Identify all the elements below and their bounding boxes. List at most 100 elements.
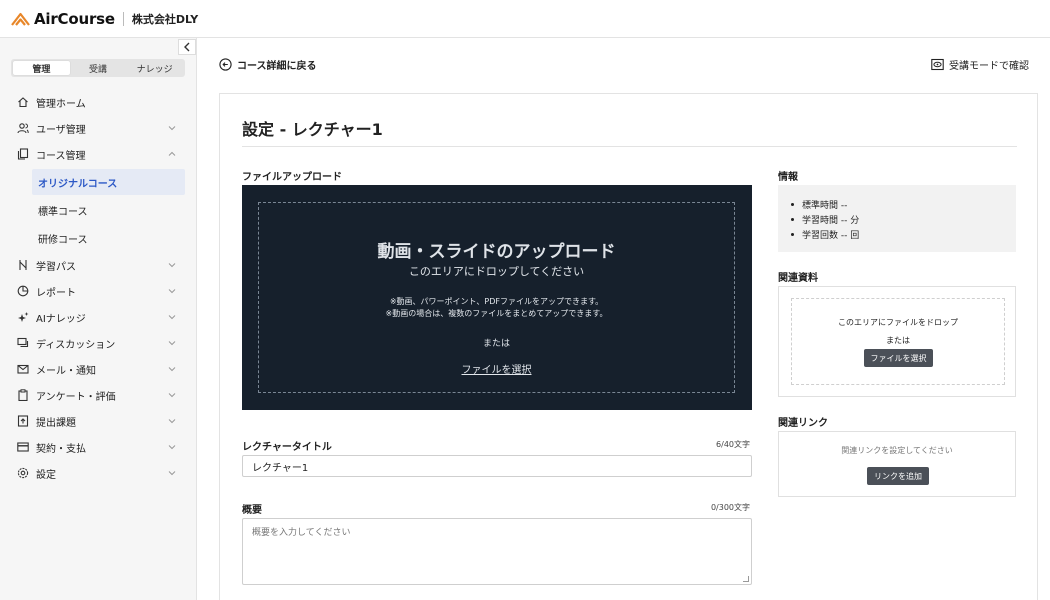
file-upload-label: ファイルアップロード [242,172,342,183]
sidebar-item-report[interactable]: レポート [0,278,197,304]
sidebar-item-users[interactable]: ユーザ管理 [0,115,197,141]
mail-icon [17,364,29,374]
sidebar-item-survey[interactable]: アンケート・評価 [0,382,197,408]
lecture-title-input[interactable]: レクチャー1 [242,455,752,477]
sparkle-icon [18,312,29,322]
chevron-left-icon [184,42,190,52]
info-label: 情報 [778,172,798,183]
mode-switcher: 管理 受講 ナレッジ [11,59,185,77]
card-icon [17,442,29,452]
dropzone-heading: 動画・スライドのアップロード [377,242,616,262]
clipboard-icon [18,389,28,401]
summary-label: 概要 [242,505,262,516]
gear-icon [17,467,29,479]
chevron-down-icon [168,393,176,398]
chevron-down-icon [168,315,176,320]
sidebar-item-label: 設定 [36,469,56,481]
sidebar-item-assignments[interactable]: 提出課題 [0,408,197,434]
users-icon [17,123,29,134]
sidebar-item-label: レポート [36,287,76,299]
home-icon [18,97,28,108]
eye-icon [931,58,944,71]
mode-tab-knowledge[interactable]: ナレッジ [126,61,183,75]
sidebar-subitem-original-course[interactable]: オリジナルコース [32,169,185,195]
select-file-link[interactable]: ファイルを選択 [259,361,734,376]
sidebar-item-label: アンケート・評価 [36,391,116,403]
learner-mode-preview-link[interactable]: 受講モードで確認 [931,57,1029,72]
resources-or-text: または [886,336,910,345]
file-upload-dropzone[interactable]: 動画・スライドのアップロード このエリアにドロップしてください ※動画、パワーポ… [242,185,752,410]
mode-tab-learner[interactable]: 受講 [70,61,127,75]
summary-placeholder: 概要を入力してください [252,528,351,538]
sidebar-item-label: 提出課題 [36,417,76,429]
related-resources-label: 関連資料 [778,273,818,284]
sidebar-item-discussion[interactable]: ディスカッション [0,330,197,356]
sidebar-subitem-standard-course[interactable]: 標準コース [32,197,185,223]
lecture-title-count: 6/40文字 [716,440,750,449]
sidebar-item-settings[interactable]: 設定 [0,460,197,486]
sidebar-item-label: ユーザ管理 [36,124,86,136]
sidebar-item-learning-path[interactable]: 学習パス [0,252,197,278]
sidebar-item-course-management[interactable]: コース管理 [0,141,197,167]
resources-select-file-button[interactable]: ファイルを選択 [864,349,933,367]
chevron-down-icon [168,367,176,372]
lecture-settings-panel: 設定 - レクチャー1 ファイルアップロード 動画・スライドのアップロード この… [219,93,1038,600]
sidebar-item-label: AIナレッジ [36,313,86,325]
info-standard-time: 標準時間 -- [791,197,859,212]
chevron-down-icon [168,471,176,476]
sidebar-item-label: コース管理 [36,150,86,162]
chevron-down-icon [168,263,176,268]
resources-dropzone[interactable]: このエリアにファイルをドロップ または ファイルを選択 [791,298,1005,385]
sidebar-item-contract[interactable]: 契約・支払 [0,434,197,460]
preview-link-label: 受講モードで確認 [949,61,1029,72]
info-list: 標準時間 -- 学習時間 -- 分 学習回数 -- 回 [791,197,859,242]
sidebar-item-label: メール・通知 [36,365,96,377]
info-study-count: 学習回数 -- 回 [791,227,859,242]
chevron-down-icon [168,445,176,450]
chevron-down-icon [168,289,176,294]
info-study-time: 学習時間 -- 分 [791,212,859,227]
sidebar: 管理 受講 ナレッジ 管理ホーム ユーザ管理 コース管理 オリジナルコース 標準… [0,38,197,600]
sidebar-item-label: 学習パス [36,261,76,273]
back-to-course-link[interactable]: コース詳細に戻る [219,57,317,72]
summary-textarea[interactable]: 概要を入力してください [242,518,752,585]
chat-icon [17,337,29,348]
page-title: 設定 - レクチャー1 [242,120,383,139]
resize-handle[interactable] [743,576,749,582]
sidebar-item-mail[interactable]: メール・通知 [0,356,197,382]
dropzone-note-formats: ※動画、パワーポイント、PDFファイルをアップできます。 [389,297,604,306]
aircourse-logo-icon [11,12,30,26]
chevron-down-icon [168,419,176,424]
top-bar: AirCourse 株式会社DLY [0,0,1050,38]
related-resources-box: このエリアにファイルをドロップ または ファイルを選択 [778,286,1016,397]
dropzone-note-multiple: ※動画の場合は、複数のファイルをまとめてアップできます。 [385,309,608,318]
sidebar-nav: 管理ホーム ユーザ管理 コース管理 オリジナルコース 標準コース 研修コース 学… [0,89,197,486]
chevron-up-icon [168,151,176,156]
route-icon [19,260,27,270]
chevron-down-icon [168,341,176,346]
sidebar-item-ai-knowledge[interactable]: AIナレッジ [0,304,197,330]
summary-count: 0/300文字 [710,503,750,512]
dropzone-or-text: または [482,339,510,349]
arrow-left-circle-icon [219,58,232,71]
back-link-label: コース詳細に戻る [237,61,317,72]
mode-tab-admin[interactable]: 管理 [13,61,70,75]
sidebar-item-label: 管理ホーム [36,98,86,110]
sidebar-item-admin-home[interactable]: 管理ホーム [0,89,197,115]
chevron-down-icon [168,126,176,131]
brand-name[interactable]: AirCourse [34,10,115,28]
add-link-button[interactable]: リンクを追加 [867,467,929,485]
sidebar-collapse-button[interactable] [178,39,196,55]
copy-icon [17,148,29,160]
resources-drop-text: このエリアにファイルをドロップ [838,318,958,327]
pie-chart-icon [17,285,29,297]
info-box: 標準時間 -- 学習時間 -- 分 学習回数 -- 回 [778,185,1016,252]
sidebar-subitem-training-course[interactable]: 研修コース [32,225,185,251]
lecture-title-label: レクチャータイトル [242,442,332,453]
brand-divider [122,11,124,26]
dropzone-subheading: このエリアにドロップしてください [408,265,585,278]
sidebar-item-label: ディスカッション [36,339,116,351]
related-links-box: 関連リンクを設定してください リンクを追加 [778,431,1016,497]
related-links-label: 関連リンク [778,418,828,429]
links-empty-text: 関連リンクを設定してください [841,446,953,455]
